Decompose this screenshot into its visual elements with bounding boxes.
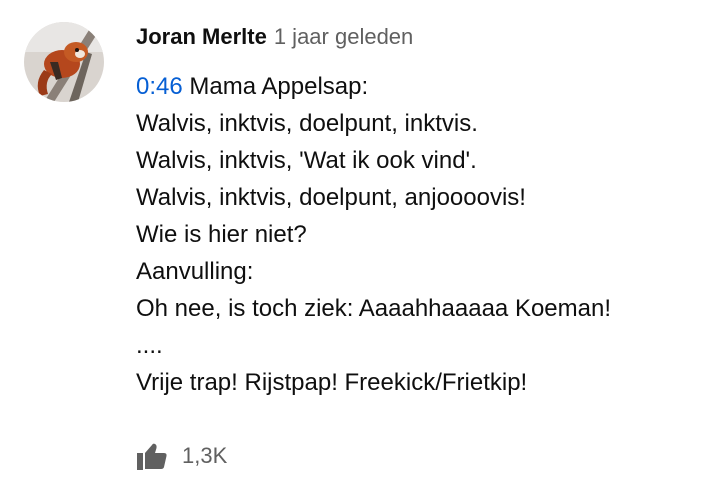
comment-line: Walvis, inktvis, 'Wat ik ook vind'.	[136, 147, 477, 174]
avatar[interactable]	[24, 22, 104, 102]
comment-line: Aanvulling:	[136, 258, 254, 285]
like-count: 1,3K	[182, 443, 228, 468]
avatar-image	[24, 22, 104, 102]
comment-line: Walvis, inktvis, doelpunt, anjoooovis!	[136, 184, 526, 211]
published-time[interactable]: 1 jaar geleden	[274, 24, 413, 50]
comment-line: Vrije trap! Rijstpap! Freekick/Frietkip!	[136, 369, 528, 396]
comment-line-text: Mama Appelsap:	[182, 73, 369, 100]
timestamp-link[interactable]: 0:46	[136, 73, 183, 100]
like-button[interactable]	[136, 440, 168, 472]
comment-line: 0:46 Mama Appelsap:	[136, 68, 696, 105]
comment: Joran Merlte 1 jaar geleden 0:46 Mama Ap…	[0, 0, 702, 486]
thumbs-up-icon	[137, 443, 167, 470]
comment-line: Wie is hier niet?	[136, 221, 307, 248]
comment-actions: 1,3K	[136, 440, 227, 472]
comment-header: Joran Merlte 1 jaar geleden	[136, 24, 413, 56]
comment-line: ....	[136, 332, 163, 359]
comment-line: Walvis, inktvis, doelpunt, inktvis.	[136, 110, 478, 137]
comment-text: 0:46 Mama Appelsap: Walvis, inktvis, doe…	[136, 68, 696, 401]
comment-line: Oh nee, is toch ziek: Aaaahhaaaaa Koeman…	[136, 295, 611, 322]
author-name[interactable]: Joran Merlte	[136, 24, 267, 50]
